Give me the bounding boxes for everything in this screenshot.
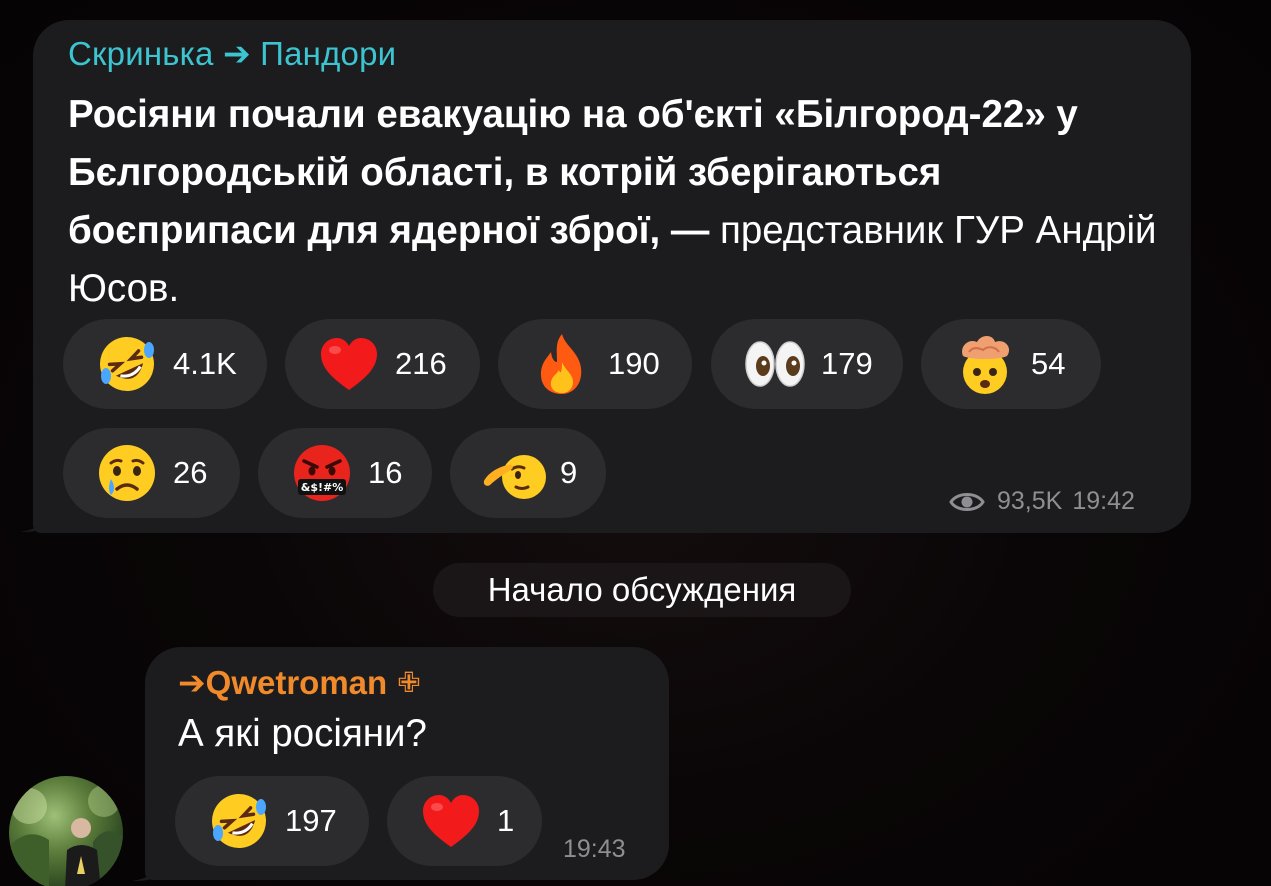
reaction-count: 197 <box>285 803 337 838</box>
channel-name[interactable]: Скринька ➔ Пандори <box>68 34 396 73</box>
red-heart-icon <box>317 332 381 396</box>
bubble-tail <box>20 509 46 532</box>
rolling-laughing-icon <box>207 789 271 853</box>
crying-face-icon <box>95 441 159 505</box>
author-badge-icon: ✙ <box>397 667 421 698</box>
views-eye-icon <box>949 492 985 511</box>
reaction-count: 16 <box>368 455 403 490</box>
view-count: 93,5K <box>997 487 1063 515</box>
bubble-tail <box>132 858 158 881</box>
comment-author[interactable]: ➔Qwetroman ✙ <box>178 663 421 702</box>
red-heart-icon <box>419 789 483 853</box>
post-time: 19:42 <box>1072 487 1135 515</box>
reaction-crying[interactable]: 26 <box>63 428 240 518</box>
reaction-fire[interactable]: 190 <box>498 319 692 409</box>
comment-text: А які росіяни? <box>178 712 427 755</box>
saluting-face-icon <box>482 441 546 505</box>
author-name[interactable]: ➔Qwetroman <box>178 663 387 702</box>
reaction-saluting[interactable]: 9 <box>450 428 606 518</box>
reaction-count: 190 <box>608 346 660 381</box>
svg-text:&$!#%: &$!#% <box>301 481 344 494</box>
comment-reaction-rolling-laughing[interactable]: 197 <box>175 776 369 866</box>
reaction-exploding-head[interactable]: 54 <box>921 319 1101 409</box>
reaction-cursing[interactable]: &$!#% 16 <box>258 428 432 518</box>
avatar-photo <box>9 785 123 886</box>
reaction-eyes[interactable]: 179 <box>711 319 903 409</box>
comment-reaction-heart[interactable]: 1 <box>387 776 542 866</box>
reaction-count: 26 <box>173 455 208 490</box>
reaction-count: 9 <box>560 455 578 490</box>
reaction-count: 1 <box>497 803 515 838</box>
reaction-count: 216 <box>395 346 447 381</box>
rolling-laughing-icon <box>95 332 159 396</box>
cursing-face-icon: &$!#% <box>290 441 354 505</box>
discussion-start-label: Начало обсуждения <box>433 563 851 617</box>
reaction-rolling-laughing[interactable]: 4.1K <box>63 319 267 409</box>
reaction-count: 54 <box>1031 346 1066 381</box>
post-text: Росіяни почали евакуацію на об'єкті «Біл… <box>68 86 1178 318</box>
reaction-count: 4.1K <box>173 346 237 381</box>
exploding-head-icon <box>953 332 1017 396</box>
reaction-count: 179 <box>821 346 873 381</box>
avatar[interactable] <box>9 776 123 886</box>
reaction-heart[interactable]: 216 <box>285 319 480 409</box>
post-meta: 93,5K 19:42 <box>949 487 1135 516</box>
comment-time: 19:43 <box>563 835 626 863</box>
fire-icon <box>530 332 594 396</box>
eyes-icon <box>743 332 807 396</box>
